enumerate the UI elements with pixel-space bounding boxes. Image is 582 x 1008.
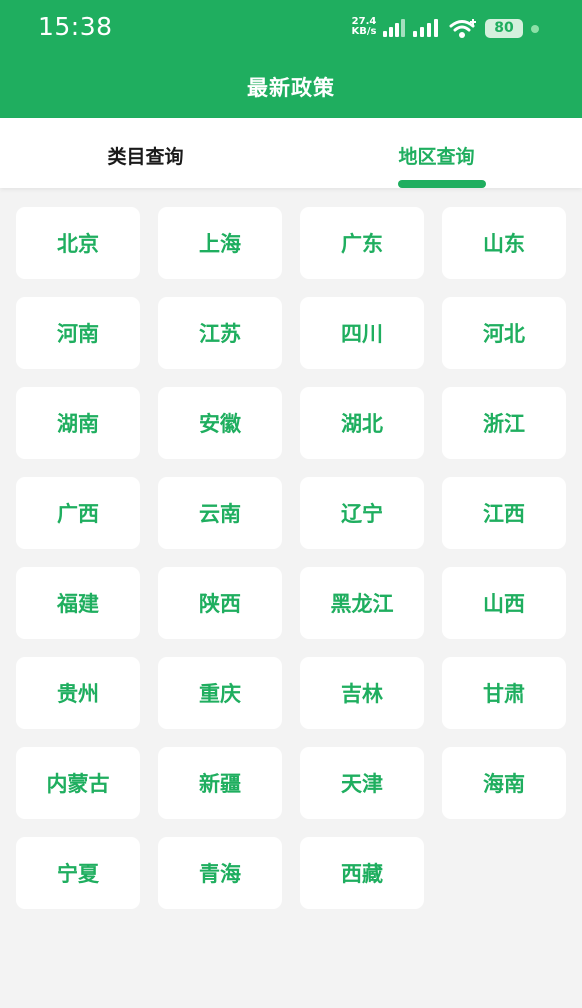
tab-label: 类目查询 — [107, 146, 184, 168]
region-button[interactable]: 山西 — [442, 567, 566, 639]
page-title: 最新政策 — [247, 76, 335, 100]
app-header: 15:38 27.4 KB/s 80 最新政策 — [0, 0, 582, 118]
region-button[interactable]: 天津 — [300, 747, 424, 819]
region-button[interactable]: 安徽 — [158, 387, 282, 459]
cellular-signal-icon — [383, 19, 405, 37]
region-button[interactable]: 江西 — [442, 477, 566, 549]
region-button[interactable]: 吉林 — [300, 657, 424, 729]
region-button[interactable]: 四川 — [300, 297, 424, 369]
region-grid: 北京 上海 广东 山东 河南 江苏 四川 河北 湖南 安徽 湖北 浙江 广西 云… — [16, 207, 566, 909]
battery-icon: 80 — [485, 19, 523, 38]
region-button[interactable]: 河北 — [442, 297, 566, 369]
tab-region-query[interactable]: 地区查询 — [291, 118, 582, 188]
region-button[interactable]: 上海 — [158, 207, 282, 279]
region-button[interactable]: 辽宁 — [300, 477, 424, 549]
region-button[interactable]: 青海 — [158, 837, 282, 909]
region-button[interactable]: 福建 — [16, 567, 140, 639]
region-button[interactable]: 湖北 — [300, 387, 424, 459]
active-tab-indicator — [398, 180, 486, 188]
region-button[interactable]: 河南 — [16, 297, 140, 369]
region-button[interactable]: 甘肃 — [442, 657, 566, 729]
region-button[interactable]: 浙江 — [442, 387, 566, 459]
region-button[interactable]: 江苏 — [158, 297, 282, 369]
network-speed-unit: KB/s — [351, 26, 377, 37]
region-button[interactable]: 湖南 — [16, 387, 140, 459]
status-time: 15:38 — [38, 12, 113, 41]
status-bar: 15:38 27.4 KB/s 80 — [0, 0, 582, 56]
region-button[interactable]: 广东 — [300, 207, 424, 279]
region-button[interactable]: 宁夏 — [16, 837, 140, 909]
notification-dot — [531, 25, 539, 33]
tab-label: 地区查询 — [398, 146, 475, 168]
region-button[interactable]: 云南 — [158, 477, 282, 549]
tab-category-query[interactable]: 类目查询 — [0, 118, 291, 188]
wifi-icon — [449, 19, 476, 38]
region-button[interactable]: 北京 — [16, 207, 140, 279]
network-speed: 27.4 KB/s — [349, 17, 379, 37]
tab-bar: 类目查询 地区查询 — [0, 118, 582, 188]
region-button[interactable]: 西藏 — [300, 837, 424, 909]
region-button[interactable]: 重庆 — [158, 657, 282, 729]
region-button[interactable]: 贵州 — [16, 657, 140, 729]
region-button[interactable]: 内蒙古 — [16, 747, 140, 819]
region-button[interactable]: 山东 — [442, 207, 566, 279]
cellular-signal-icon — [413, 19, 438, 37]
region-button[interactable]: 海南 — [442, 747, 566, 819]
region-button[interactable]: 黑龙江 — [300, 567, 424, 639]
region-button[interactable]: 广西 — [16, 477, 140, 549]
battery-level: 80 — [494, 20, 514, 36]
region-button[interactable]: 新疆 — [158, 747, 282, 819]
region-button[interactable]: 陕西 — [158, 567, 282, 639]
